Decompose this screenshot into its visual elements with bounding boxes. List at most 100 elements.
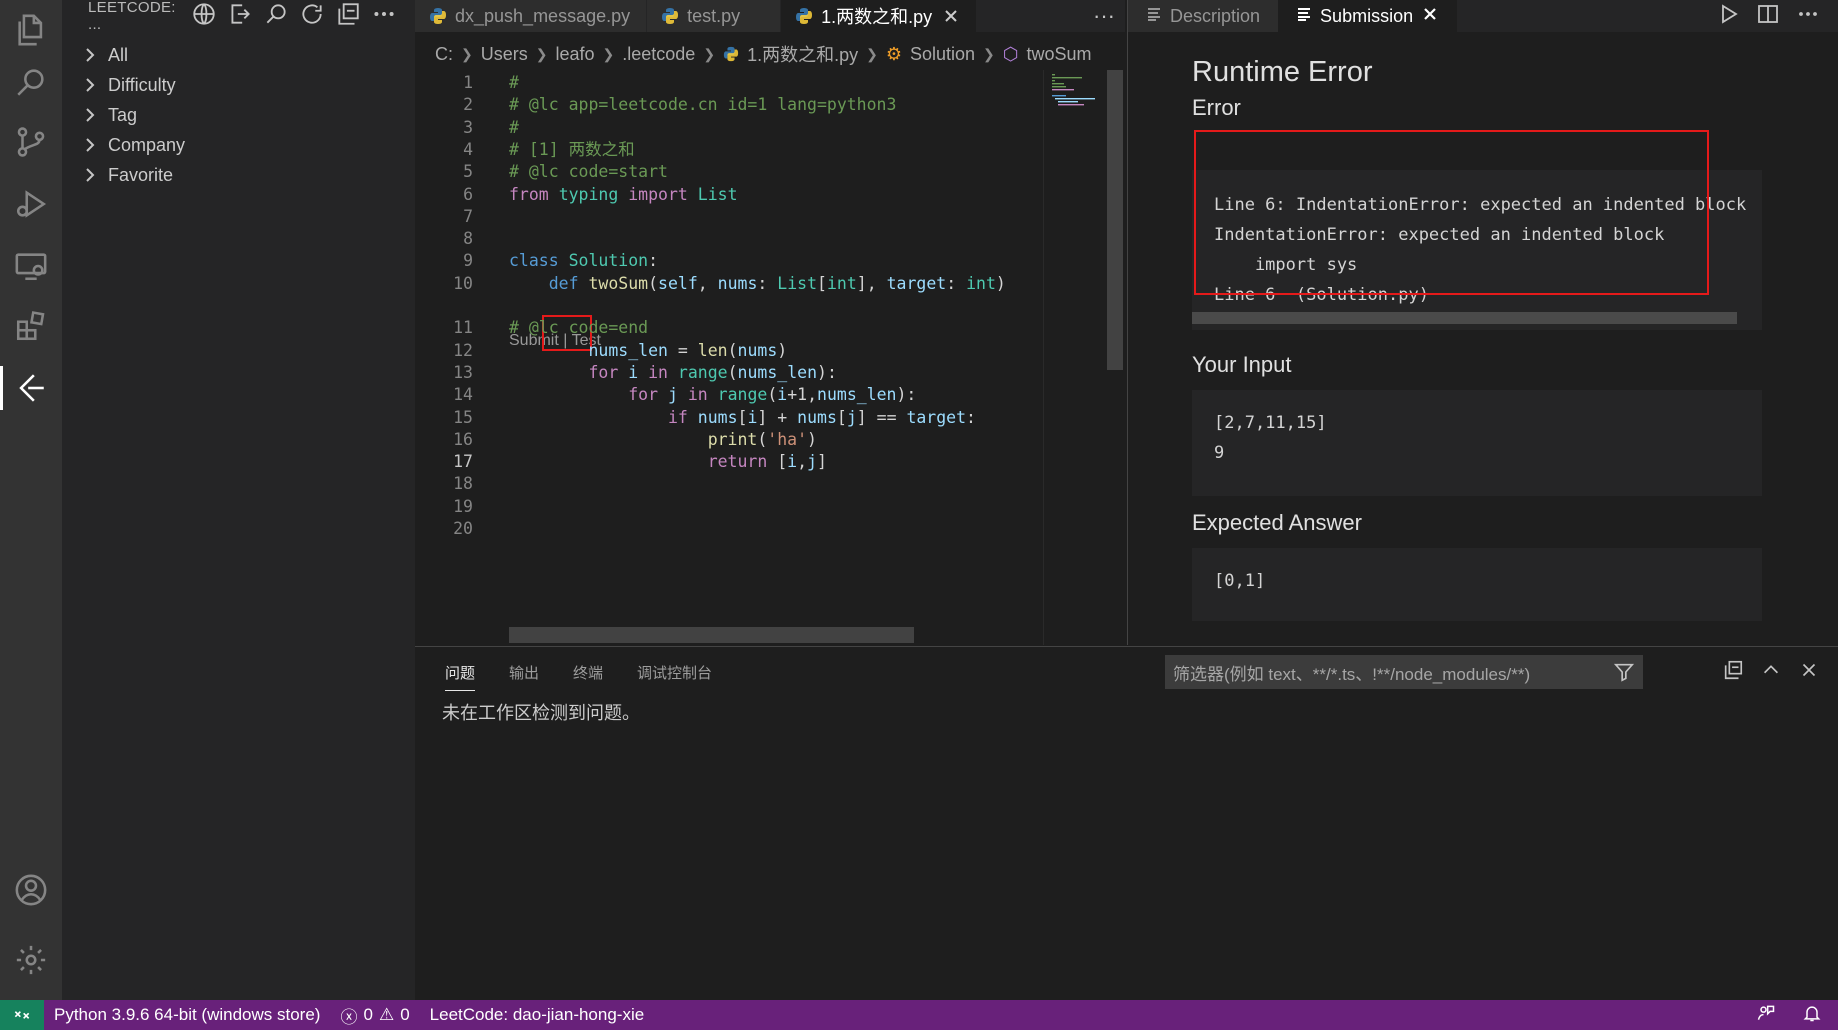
tab-label: test.py xyxy=(687,5,741,26)
tree-item-all[interactable]: All xyxy=(62,40,415,70)
explorer-icon[interactable] xyxy=(0,0,62,60)
chevron-right-icon xyxy=(82,137,108,153)
run-debug-icon[interactable] xyxy=(0,174,62,234)
chevron-right-icon: ❯ xyxy=(535,45,548,62)
notifications-bell-icon[interactable] xyxy=(1802,1003,1822,1028)
tree-item-favorite[interactable]: Favorite xyxy=(62,160,415,190)
code-line[interactable]: 10 def twoSum(self, nums: List[int], tar… xyxy=(415,271,1043,297)
tab-label: 1.两数之和.py xyxy=(821,7,933,27)
run-icon[interactable] xyxy=(1716,2,1740,31)
settings-gear-icon[interactable] xyxy=(0,930,62,990)
horizontal-scrollbar[interactable] xyxy=(509,627,914,643)
method-symbol-icon: ⬡ xyxy=(1002,43,1019,64)
vertical-scrollbar[interactable] xyxy=(1105,70,1125,645)
leetcode-icon[interactable] xyxy=(0,358,62,418)
filter-icon[interactable] xyxy=(1613,661,1635,688)
your-input-heading: Your Input xyxy=(1192,352,1292,377)
tab-two-sum[interactable]: 1.两数之和.py xyxy=(781,0,978,32)
bottom-panel: 问题 输出 终端 调试控制台 筛选器(例如 text、**/*.ts、!**/n… xyxy=(415,646,1838,1000)
minimap-preview xyxy=(1052,74,1095,106)
tab-debug-console[interactable]: 调试控制台 xyxy=(637,647,712,697)
python-file-icon xyxy=(661,7,679,25)
python-file-icon xyxy=(723,46,739,62)
code-text: def twoSum(self, nums: List[int], target… xyxy=(548,273,1006,293)
python-interpreter[interactable]: Python 3.9.6 64-bit (windows store) xyxy=(44,1005,330,1025)
tab-submission[interactable]: Submission xyxy=(1278,0,1458,32)
class-symbol-icon: ⚙ xyxy=(885,43,902,64)
globe-icon[interactable] xyxy=(191,1,217,31)
python-file-icon xyxy=(429,7,447,25)
tab-dx-push-message[interactable]: dx_push_message.py xyxy=(415,0,648,32)
more-actions-icon[interactable] xyxy=(1796,2,1820,31)
collapse-all-icon[interactable] xyxy=(335,1,361,31)
tree-item-tag[interactable]: Tag xyxy=(62,100,415,130)
highlight-box xyxy=(1194,130,1709,295)
sign-in-icon[interactable] xyxy=(227,1,253,31)
tree-item-label: Difficulty xyxy=(108,74,176,95)
chevron-right-icon: ❯ xyxy=(602,45,615,62)
problems-message: 未在工作区检测到问题。 xyxy=(442,703,640,723)
error-count: 0 xyxy=(363,1005,373,1024)
leetcode-sidebar: LEETCODE: ... All Difficulty Tag Company… xyxy=(62,0,415,1000)
more-actions-icon[interactable] xyxy=(371,1,397,31)
search-icon[interactable] xyxy=(0,52,62,112)
tab-problems[interactable]: 问题 xyxy=(445,647,476,697)
problem-tree: All Difficulty Tag Company Favorite xyxy=(62,40,415,190)
tree-item-difficulty[interactable]: Difficulty xyxy=(62,70,415,100)
close-icon[interactable] xyxy=(1421,5,1439,28)
tab-label: Submission xyxy=(1320,5,1414,26)
chevron-right-icon xyxy=(82,167,108,183)
breadcrumb-item[interactable]: leafo xyxy=(555,44,594,65)
code-line[interactable]: 20 xyxy=(415,516,1043,542)
status-bar: Python 3.9.6 64-bit (windows store) ⓧ 0 ⚠… xyxy=(0,1000,1838,1030)
breadcrumb-item[interactable]: C: xyxy=(435,44,453,65)
line-number: 20 xyxy=(453,519,473,538)
chevron-right-icon xyxy=(82,47,108,63)
tree-item-label: Tag xyxy=(108,104,138,125)
remote-indicator-icon[interactable] xyxy=(0,1000,44,1030)
remote-explorer-icon[interactable] xyxy=(0,236,62,296)
tab-label: dx_push_message.py xyxy=(455,5,631,26)
tab-description[interactable]: Description xyxy=(1128,0,1279,32)
error-heading: Error xyxy=(1192,95,1241,120)
problems-filter-input[interactable]: 筛选器(例如 text、**/*.ts、!**/node_modules/**) xyxy=(1165,655,1643,689)
source-control-icon[interactable] xyxy=(0,112,62,172)
tree-item-label: Company xyxy=(108,134,186,155)
tree-item-label: All xyxy=(108,44,129,65)
split-editor-icon[interactable] xyxy=(1756,2,1780,31)
chevron-up-icon[interactable] xyxy=(1760,659,1782,686)
collapse-all-icon[interactable] xyxy=(1722,659,1744,686)
tab-test-py[interactable]: test.py xyxy=(647,0,782,32)
breadcrumb-item[interactable]: Solution xyxy=(910,44,975,65)
editor-tabs: dx_push_message.py test.py 1.两数之和.py ··· xyxy=(415,0,1125,32)
tab-terminal[interactable]: 终端 xyxy=(573,647,603,697)
extensions-icon[interactable] xyxy=(0,296,62,356)
tree-item-company[interactable]: Company xyxy=(62,130,415,160)
editor-group-left: dx_push_message.py test.py 1.两数之和.py ···… xyxy=(415,0,1125,645)
minimap[interactable] xyxy=(1043,70,1105,645)
tab-output[interactable]: 输出 xyxy=(509,647,539,697)
close-icon[interactable] xyxy=(942,7,960,25)
feedback-icon[interactable] xyxy=(1756,1003,1776,1028)
expected-answer-text: [0,1] xyxy=(1192,548,1762,621)
horizontal-scrollbar[interactable] xyxy=(1192,312,1737,324)
breadcrumb-item[interactable]: Users xyxy=(481,44,528,65)
leetcode-account[interactable]: LeetCode: dao-jian-hong-xie xyxy=(420,1005,655,1025)
editor-more-actions-icon[interactable]: ··· xyxy=(1093,0,1115,32)
code-editor[interactable]: Submit | Test 1 #2 # @lc app=leetcode.cn i… xyxy=(415,70,1043,645)
python-file-icon xyxy=(795,7,813,25)
breadcrumb-item[interactable]: .leetcode xyxy=(622,44,695,65)
breadcrumb-item[interactable]: twoSum xyxy=(1026,44,1091,65)
chevron-right-icon: ❯ xyxy=(703,45,716,62)
warning-count: 0 xyxy=(400,1005,410,1024)
scroll-thumb[interactable] xyxy=(1107,70,1123,370)
problems-status[interactable]: ⓧ 0 ⚠ 0 xyxy=(330,1003,419,1028)
account-icon[interactable] xyxy=(0,860,62,920)
close-panel-icon[interactable] xyxy=(1798,659,1820,686)
refresh-icon[interactable] xyxy=(299,1,325,31)
breadcrumb-item[interactable]: 1.两数之和.py xyxy=(747,41,858,67)
result-title: Runtime Error xyxy=(1192,56,1373,88)
filter-placeholder: 筛选器(例如 text、**/*.ts、!**/node_modules/**) xyxy=(1173,664,1531,684)
search-problem-icon[interactable] xyxy=(263,1,289,31)
tree-item-label: Favorite xyxy=(108,164,174,185)
